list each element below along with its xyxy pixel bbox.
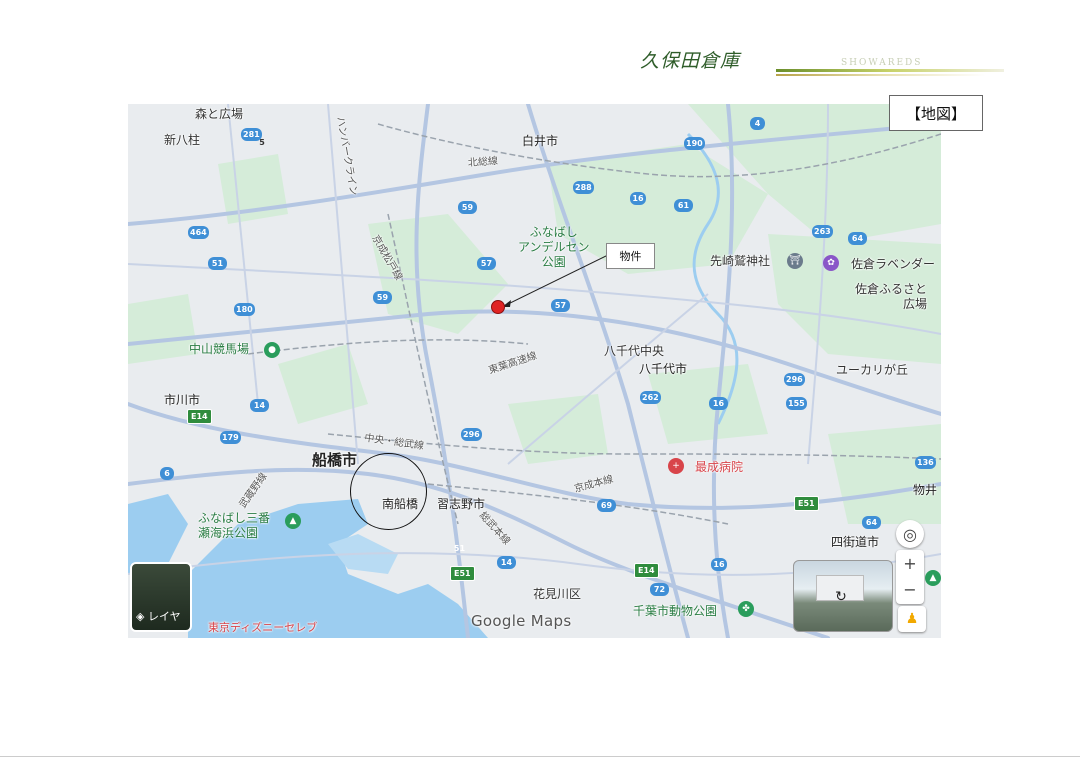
- brand-roman: SHOWAREDS: [841, 58, 923, 68]
- label-ichikawa: 市川市: [164, 393, 201, 407]
- route-shield: 69: [597, 499, 616, 512]
- highlight-circle: [350, 453, 427, 530]
- route-shield: 59: [458, 201, 477, 214]
- label-chiba-zoo: 千葉市動物公園: [633, 604, 718, 618]
- flower-garden-icon: ✿: [823, 255, 839, 271]
- shrine-icon: ⛩: [787, 253, 803, 269]
- expressway-shield: E14: [187, 409, 212, 424]
- route-shield: 14: [497, 556, 516, 569]
- label-sakura-lavender: 佐倉ラベンダー: [851, 257, 936, 271]
- zoo-icon: ✤: [738, 601, 754, 617]
- label-sanban-park: ふなばし三番 瀬海浜公園: [198, 511, 271, 540]
- layer-button[interactable]: ◈ レイヤ: [130, 562, 192, 632]
- zoom-in-button[interactable]: +: [903, 551, 916, 577]
- label-yachiyo: 八千代市: [639, 362, 688, 376]
- route-shield: 64: [862, 516, 881, 529]
- page-bottom-line: [0, 756, 1080, 757]
- route-shield: 16: [711, 558, 727, 571]
- label-hanamigawa: 花見川区: [533, 587, 582, 601]
- route-shield: 64: [848, 232, 867, 245]
- pegman-button[interactable]: ♟: [898, 606, 926, 632]
- label-morito-hiroba: 森と広場: [195, 107, 244, 121]
- route-shield: 262: [640, 391, 661, 404]
- pegman-icon: ♟: [905, 611, 919, 627]
- route-shield: 51: [453, 544, 466, 553]
- route-shield: 288: [573, 181, 594, 194]
- google-maps-logo: Google Maps: [471, 612, 572, 630]
- property-callout: 物件: [606, 243, 655, 269]
- route-shield: 61: [674, 199, 693, 212]
- route-shield: 136: [915, 456, 936, 469]
- hospital-icon: +: [668, 458, 684, 474]
- layer-label: レイヤ: [147, 610, 181, 623]
- route-shield: 296: [461, 428, 482, 441]
- expressway-shield: E51: [794, 496, 819, 511]
- route-shield: 16: [630, 192, 646, 205]
- route-shield: 179: [220, 431, 241, 444]
- route-shield: 5: [259, 138, 265, 147]
- route-shield: 155: [786, 397, 807, 410]
- label-shinyahashira: 新八柱: [164, 133, 201, 147]
- label-yukarigaoka: ユーカリが丘: [836, 363, 909, 377]
- route-shield: 14: [250, 399, 269, 412]
- route-shield: 59: [373, 291, 392, 304]
- route-shield: 263: [812, 225, 833, 238]
- route-shield: 6: [160, 467, 174, 480]
- label-funabashi: 船橋市: [312, 451, 358, 469]
- company-logo: 久保田倉庫 SHOWAREDS: [636, 44, 1011, 76]
- label-andersen-park: ふなばし アンデルセン 公園: [518, 225, 590, 269]
- rotate-icon: ↻: [835, 589, 847, 605]
- label-disney: 東京ディズニーセレブ: [208, 621, 318, 634]
- expressway-shield: E51: [450, 566, 475, 581]
- my-location-button[interactable]: ◎: [896, 520, 924, 548]
- label-monoi: 物井: [913, 483, 938, 497]
- map-view[interactable]: 森と広場 新八柱 白井市 ふなばし アンデルセン 公園 先崎鷲神社 佐倉ラベンダ…: [128, 104, 941, 638]
- route-shield: 57: [551, 299, 570, 312]
- zoom-controls: + −: [896, 550, 924, 604]
- label-sakura-furusato: 佐倉ふるさと 広場: [855, 282, 928, 311]
- expressway-shield: E14: [634, 563, 659, 578]
- racecourse-icon: ●: [264, 342, 280, 358]
- route-shield: 296: [784, 373, 805, 386]
- label-hokuso-line: 北総線: [467, 155, 499, 170]
- logo-bar-accent: [776, 74, 986, 76]
- label-sakisaki: 先崎鷲神社: [710, 254, 771, 268]
- brand-name: 久保田倉庫: [640, 50, 741, 72]
- park-icon: ▲: [925, 570, 941, 586]
- label-narashino: 習志野市: [437, 497, 486, 511]
- route-shield: 190: [684, 137, 705, 150]
- location-target-icon: ◎: [903, 524, 917, 544]
- zoom-out-button[interactable]: −: [903, 577, 916, 603]
- route-shield: 57: [477, 257, 496, 270]
- label-yachiyo-chuo: 八千代中央: [604, 344, 665, 358]
- route-shield: 180: [234, 303, 255, 316]
- map-base: [128, 104, 941, 638]
- route-shield: 16: [709, 397, 728, 410]
- route-shield: 4: [750, 117, 765, 130]
- layers-icon: ◈: [136, 610, 145, 623]
- label-nakayama: 中山競馬場: [189, 342, 250, 356]
- route-shield: 72: [650, 583, 669, 596]
- route-shield: 464: [188, 226, 209, 239]
- label-saisei-hospital: 最成病院: [695, 460, 744, 474]
- logo-bar: [776, 69, 1004, 72]
- label-shirai: 白井市: [522, 134, 559, 148]
- route-shield: 51: [208, 257, 227, 270]
- section-label: 【地図】: [889, 95, 983, 131]
- street-view-thumbnail[interactable]: ↻: [793, 560, 893, 632]
- property-marker[interactable]: [491, 300, 505, 314]
- park-icon: ▲: [285, 513, 301, 529]
- label-yotsukaido: 四街道市: [831, 535, 880, 549]
